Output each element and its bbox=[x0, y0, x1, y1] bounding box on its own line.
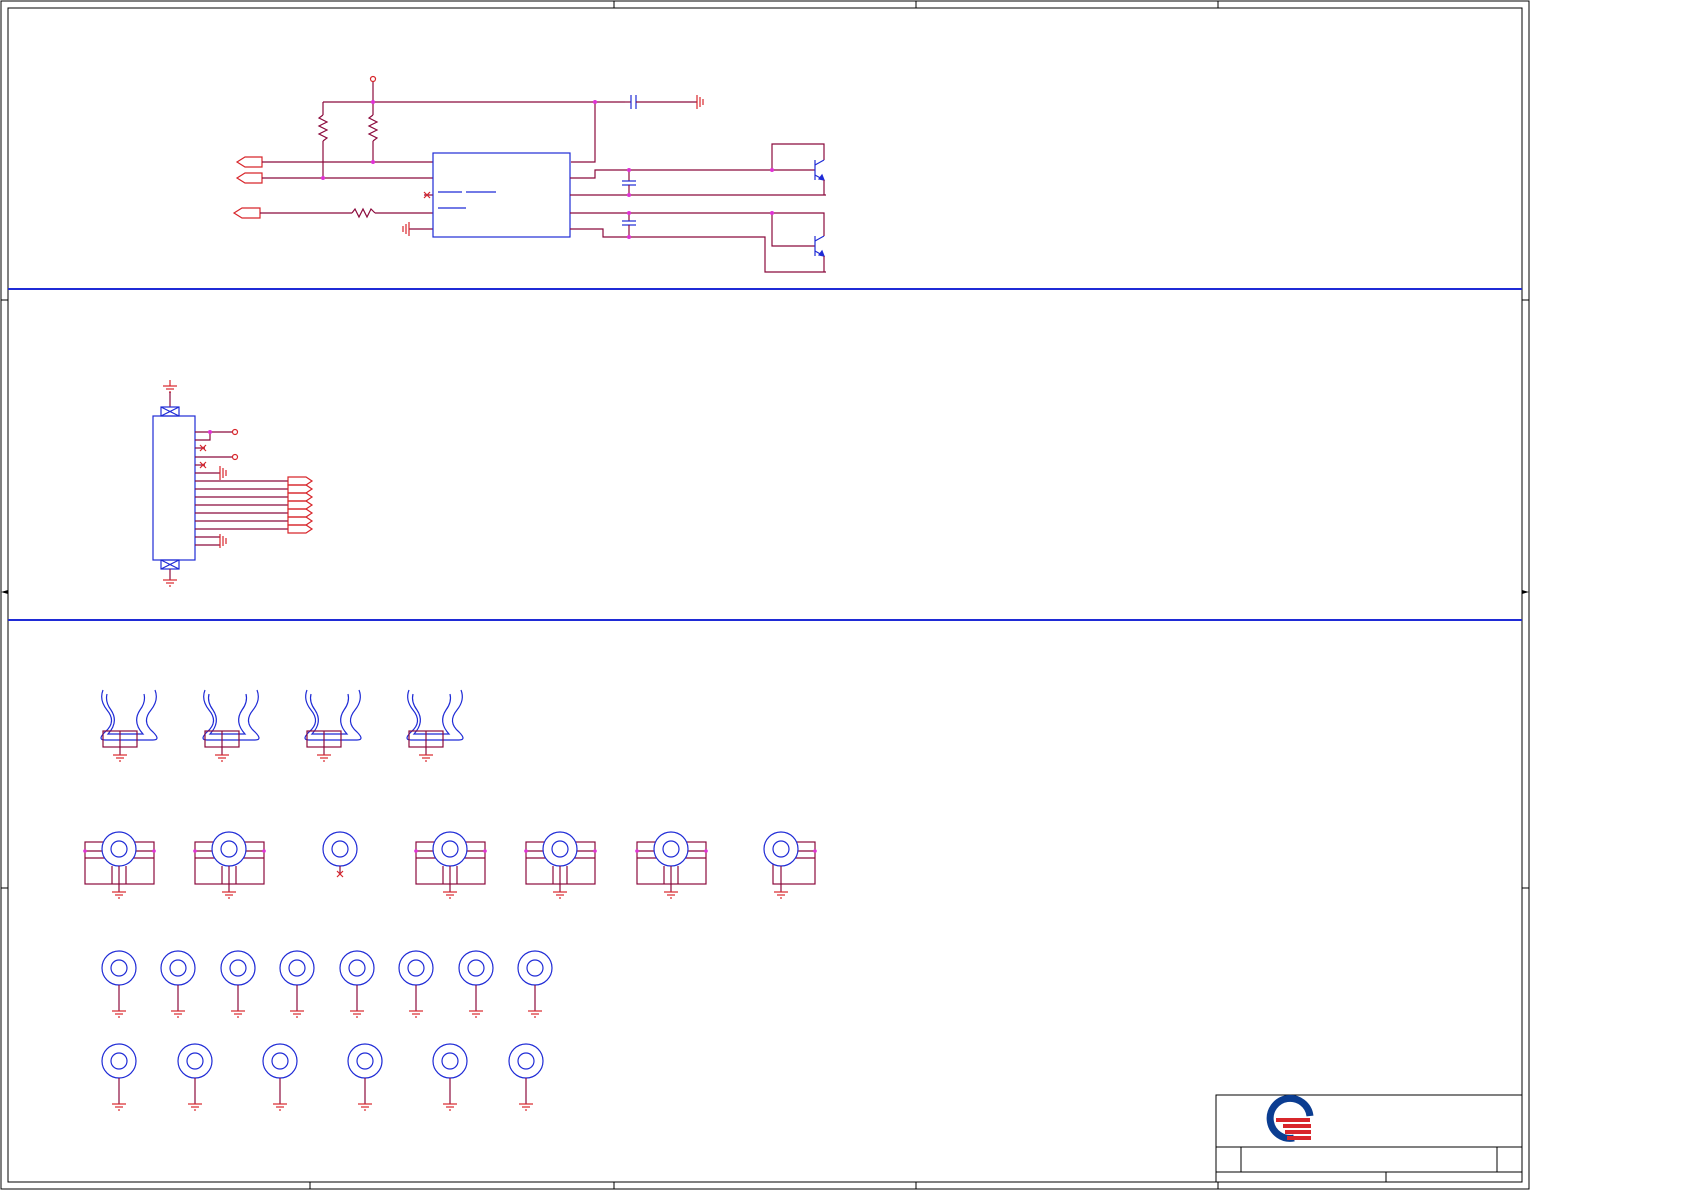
outer-border bbox=[0, 0, 1530, 1190]
ground-icon bbox=[163, 579, 177, 587]
mounting-hole bbox=[322, 831, 358, 878]
pullup-resistor-2 bbox=[367, 114, 379, 142]
offpage-connector-in-3 bbox=[232, 207, 261, 219]
connector-header bbox=[152, 415, 196, 561]
inner-border bbox=[7, 7, 1523, 1183]
ground-icon bbox=[163, 385, 177, 393]
title-block bbox=[1215, 1094, 1523, 1183]
connector-pin-wires bbox=[195, 431, 288, 546]
offpage-connector-in-2 bbox=[235, 172, 263, 184]
mounting-hole-pad bbox=[83, 831, 156, 899]
offpage-connector-group bbox=[287, 476, 314, 534]
ground-icon bbox=[696, 95, 704, 109]
npn-transistor-1 bbox=[814, 159, 825, 181]
power-pin bbox=[231, 428, 239, 436]
sheet-frame bbox=[0, 0, 1530, 1190]
transistor-driver-section bbox=[232, 75, 826, 273]
ground-icon bbox=[219, 466, 227, 548]
schematic-sheet bbox=[0, 0, 1530, 1190]
ground-icon bbox=[402, 222, 410, 236]
series-resistor bbox=[351, 207, 376, 219]
ic-block bbox=[432, 152, 571, 238]
npn-transistor-2 bbox=[814, 235, 825, 257]
mounting-hole-pad bbox=[763, 831, 817, 899]
standoff-clip bbox=[100, 689, 158, 762]
pullup-resistor-1 bbox=[317, 114, 329, 142]
company-logo bbox=[1266, 1094, 1314, 1142]
offpage-connector-in-1 bbox=[235, 156, 263, 168]
mounting-hole bbox=[101, 950, 137, 1018]
mounting-hardware-section bbox=[83, 689, 817, 1111]
power-pin bbox=[231, 453, 239, 461]
power-pin bbox=[369, 75, 377, 83]
zone-arrows bbox=[1, 590, 1529, 594]
connector-section bbox=[152, 380, 314, 587]
